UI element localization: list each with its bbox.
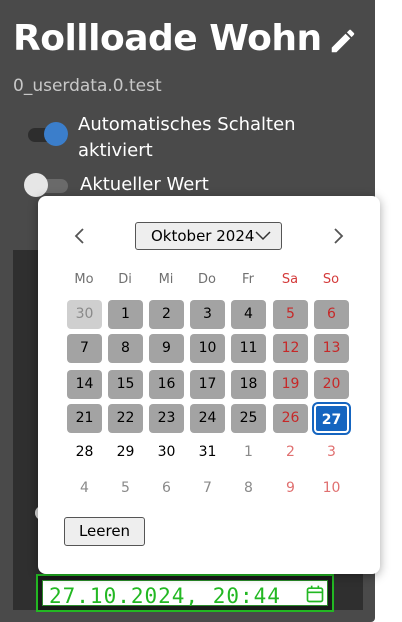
day-cell[interactable]: 1 <box>108 300 143 329</box>
clear-button[interactable]: Leeren <box>64 517 145 546</box>
day-cell[interactable]: 15 <box>108 370 143 399</box>
chevron-down-icon <box>255 231 271 241</box>
day-cell[interactable]: 7 <box>190 474 225 503</box>
day-cell[interactable]: 9 <box>149 334 184 363</box>
widget-subtitle: 0_userdata.0.test <box>13 76 162 96</box>
weekday-label: Fr <box>242 272 254 287</box>
datetime-input[interactable]: 27.10.2024, 20:44 <box>36 574 334 612</box>
day-cell[interactable]: 6 <box>149 474 184 503</box>
day-cell[interactable]: 17 <box>190 370 225 399</box>
weekday-label: Do <box>198 272 216 287</box>
weekday-label: So <box>322 272 340 287</box>
day-cell[interactable]: 21 <box>67 404 102 433</box>
day-cell[interactable]: 2 <box>149 300 184 329</box>
toggle-thumb <box>44 122 68 146</box>
day-cell[interactable]: 30 <box>67 300 102 329</box>
day-cell[interactable]: 5 <box>273 300 308 329</box>
day-cell[interactable]: 25 <box>231 404 266 433</box>
day-cell[interactable]: 31 <box>190 438 225 467</box>
calendar-icon[interactable] <box>305 584 325 604</box>
day-cell[interactable]: 19 <box>273 370 308 399</box>
day-cell[interactable]: 6 <box>314 300 349 329</box>
day-cell[interactable]: 1 <box>231 438 266 467</box>
chevron-right-icon[interactable] <box>326 224 350 248</box>
weekday-label: Mo <box>74 272 94 287</box>
day-cell[interactable]: 16 <box>149 370 184 399</box>
weekday-label: Sa <box>281 272 299 287</box>
day-cell[interactable]: 30 <box>149 438 184 467</box>
current-value-label: Aktueller Wert <box>80 174 209 195</box>
day-cell[interactable]: 5 <box>108 474 143 503</box>
day-cell[interactable]: 18 <box>231 370 266 399</box>
datepicker-popup: Oktober 2024 Mo Di Mi Do Fr Sa So 30 1 2 3 4 5 6 7 8 9 1… <box>38 196 380 574</box>
day-cell[interactable]: 22 <box>108 404 143 433</box>
day-cell-selected[interactable]: 27 <box>314 404 349 433</box>
day-cell[interactable]: 20 <box>314 370 349 399</box>
day-cell[interactable]: 14 <box>67 370 102 399</box>
widget-title: Rollloade Wohn <box>13 18 322 59</box>
month-label: Oktober 2024 <box>151 227 255 245</box>
day-cell[interactable]: 7 <box>67 334 102 363</box>
day-cell[interactable]: 9 <box>273 474 308 503</box>
day-cell[interactable]: 24 <box>190 404 225 433</box>
day-cell[interactable]: 23 <box>149 404 184 433</box>
day-cell[interactable]: 8 <box>108 334 143 363</box>
day-cell[interactable]: 12 <box>273 334 308 363</box>
weekday-label: Di <box>118 272 132 287</box>
day-cell[interactable]: 28 <box>67 438 102 467</box>
month-select[interactable]: Oktober 2024 <box>135 222 282 250</box>
day-cell[interactable]: 26 <box>273 404 308 433</box>
day-cell[interactable]: 11 <box>231 334 266 363</box>
auto-switch-label: Automatisches Schalten aktiviert <box>78 114 296 161</box>
day-cell[interactable]: 10 <box>314 474 349 503</box>
chevron-left-icon[interactable] <box>68 224 92 248</box>
toggle-thumb <box>24 173 48 197</box>
day-cell[interactable]: 8 <box>231 474 266 503</box>
day-cell[interactable]: 3 <box>314 438 349 467</box>
datetime-input-field[interactable]: 27.10.2024, 20:44 <box>42 580 328 608</box>
day-cell[interactable]: 4 <box>67 474 102 503</box>
current-value-toggle[interactable] <box>24 173 68 197</box>
weekday-label: Mi <box>158 272 174 287</box>
datetime-value: 27.10.2024, 20:44 <box>49 584 281 608</box>
day-cell[interactable]: 10 <box>190 334 225 363</box>
day-cell[interactable]: 4 <box>231 300 266 329</box>
day-cell[interactable]: 3 <box>190 300 225 329</box>
day-cell[interactable]: 2 <box>273 438 308 467</box>
auto-switch-toggle[interactable] <box>26 122 68 146</box>
day-cell[interactable]: 13 <box>314 334 349 363</box>
day-cell[interactable]: 29 <box>108 438 143 467</box>
pencil-icon[interactable] <box>328 26 358 56</box>
